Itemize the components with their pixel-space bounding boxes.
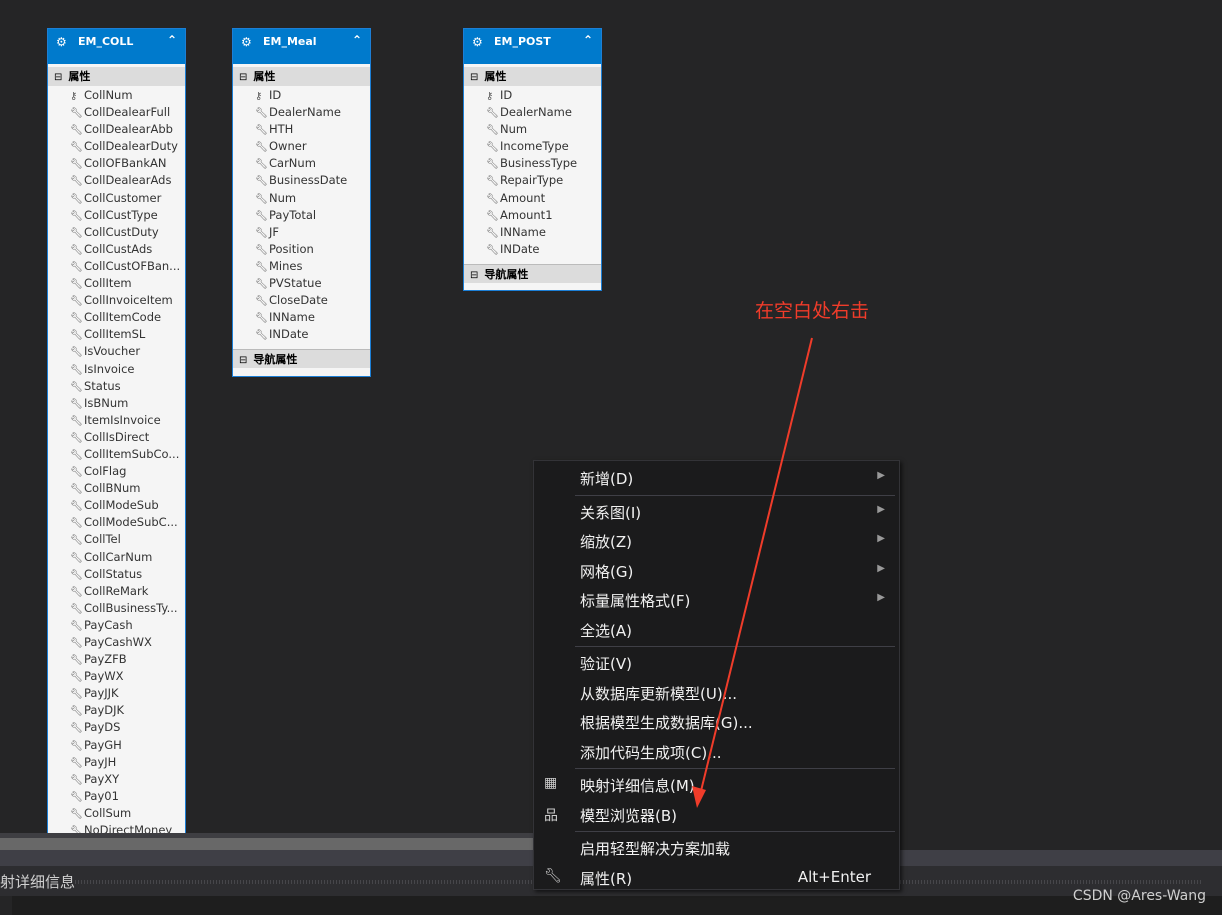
annotation-arrow xyxy=(692,337,813,808)
arrow-head xyxy=(692,786,706,808)
annotation-text: 在空白处右击 xyxy=(755,300,870,322)
arrow-line xyxy=(699,337,813,796)
watermark: CSDN @Ares-Wang xyxy=(1072,888,1206,904)
